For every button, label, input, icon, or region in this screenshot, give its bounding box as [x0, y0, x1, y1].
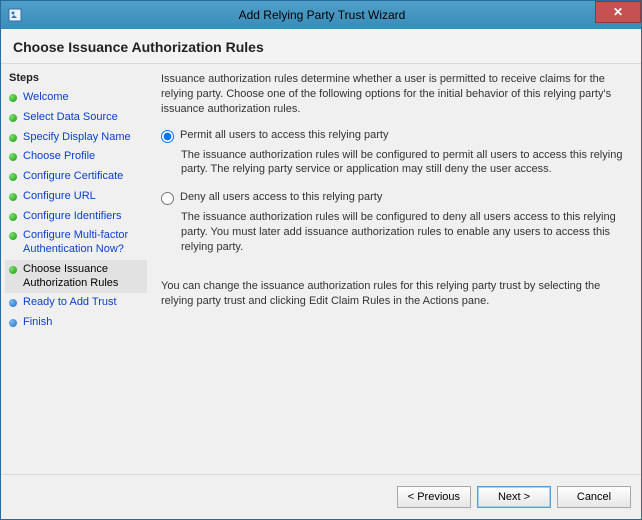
option-deny-all[interactable]: Deny all users access to this relying pa…: [161, 191, 627, 205]
step-active-icon: [9, 266, 17, 274]
close-button[interactable]: ✕: [595, 1, 641, 23]
step-specify-display-name[interactable]: Specify Display Name: [5, 128, 147, 148]
step-label: Specify Display Name: [23, 131, 131, 145]
step-pending-icon: [9, 299, 17, 307]
step-label: Configure Multi-factor Authentication No…: [23, 229, 143, 257]
window-title: Add Relying Party Trust Wizard: [23, 8, 641, 22]
step-done-icon: [9, 134, 17, 142]
step-label: Choose Issuance Authorization Rules: [23, 263, 143, 291]
step-select-data-source[interactable]: Select Data Source: [5, 108, 147, 128]
step-configure-certificate[interactable]: Configure Certificate: [5, 167, 147, 187]
wizard-window: Add Relying Party Trust Wizard ✕ Choose …: [0, 0, 642, 520]
step-welcome[interactable]: Welcome: [5, 88, 147, 108]
step-label: Finish: [23, 316, 52, 330]
wizard-body: Steps Welcome Select Data Source Specify…: [1, 64, 641, 474]
footer-note: You can change the issuance authorizatio…: [161, 279, 627, 309]
radio-deny-all[interactable]: [161, 192, 174, 205]
next-button[interactable]: Next >: [477, 486, 551, 508]
steps-title: Steps: [5, 70, 147, 88]
step-configure-mfa[interactable]: Configure Multi-factor Authentication No…: [5, 226, 147, 260]
step-done-icon: [9, 193, 17, 201]
previous-button[interactable]: < Previous: [397, 486, 471, 508]
step-done-icon: [9, 114, 17, 122]
intro-text: Issuance authorization rules determine w…: [161, 72, 627, 117]
button-bar: < Previous Next > Cancel: [1, 474, 641, 519]
step-done-icon: [9, 213, 17, 221]
step-choose-issuance-auth-rules[interactable]: Choose Issuance Authorization Rules: [5, 260, 147, 294]
close-icon: ✕: [613, 5, 623, 19]
option-label: Deny all users access to this relying pa…: [180, 191, 382, 203]
radio-permit-all[interactable]: [161, 130, 174, 143]
step-done-icon: [9, 94, 17, 102]
step-choose-profile[interactable]: Choose Profile: [5, 147, 147, 167]
step-label: Configure URL: [23, 190, 96, 204]
step-label: Configure Certificate: [23, 170, 123, 184]
option-deny-all-desc: The issuance authorization rules will be…: [181, 210, 627, 255]
step-done-icon: [9, 173, 17, 181]
cancel-button[interactable]: Cancel: [557, 486, 631, 508]
titlebar: Add Relying Party Trust Wizard ✕: [1, 1, 641, 29]
steps-sidebar: Steps Welcome Select Data Source Specify…: [1, 64, 151, 474]
option-permit-all[interactable]: Permit all users to access this relying …: [161, 129, 627, 143]
step-done-icon: [9, 232, 17, 240]
step-pending-icon: [9, 319, 17, 327]
app-icon: [7, 7, 23, 23]
step-label: Choose Profile: [23, 150, 95, 164]
step-label: Select Data Source: [23, 111, 118, 125]
step-label: Welcome: [23, 91, 69, 105]
option-permit-all-desc: The issuance authorization rules will be…: [181, 148, 627, 178]
step-configure-url[interactable]: Configure URL: [5, 187, 147, 207]
option-label: Permit all users to access this relying …: [180, 129, 388, 141]
page-heading: Choose Issuance Authorization Rules: [1, 29, 641, 64]
content-panel: Issuance authorization rules determine w…: [151, 64, 641, 474]
step-label: Ready to Add Trust: [23, 296, 117, 310]
step-label: Configure Identifiers: [23, 210, 121, 224]
step-done-icon: [9, 153, 17, 161]
step-configure-identifiers[interactable]: Configure Identifiers: [5, 207, 147, 227]
step-finish[interactable]: Finish: [5, 313, 147, 333]
step-ready-to-add-trust[interactable]: Ready to Add Trust: [5, 293, 147, 313]
